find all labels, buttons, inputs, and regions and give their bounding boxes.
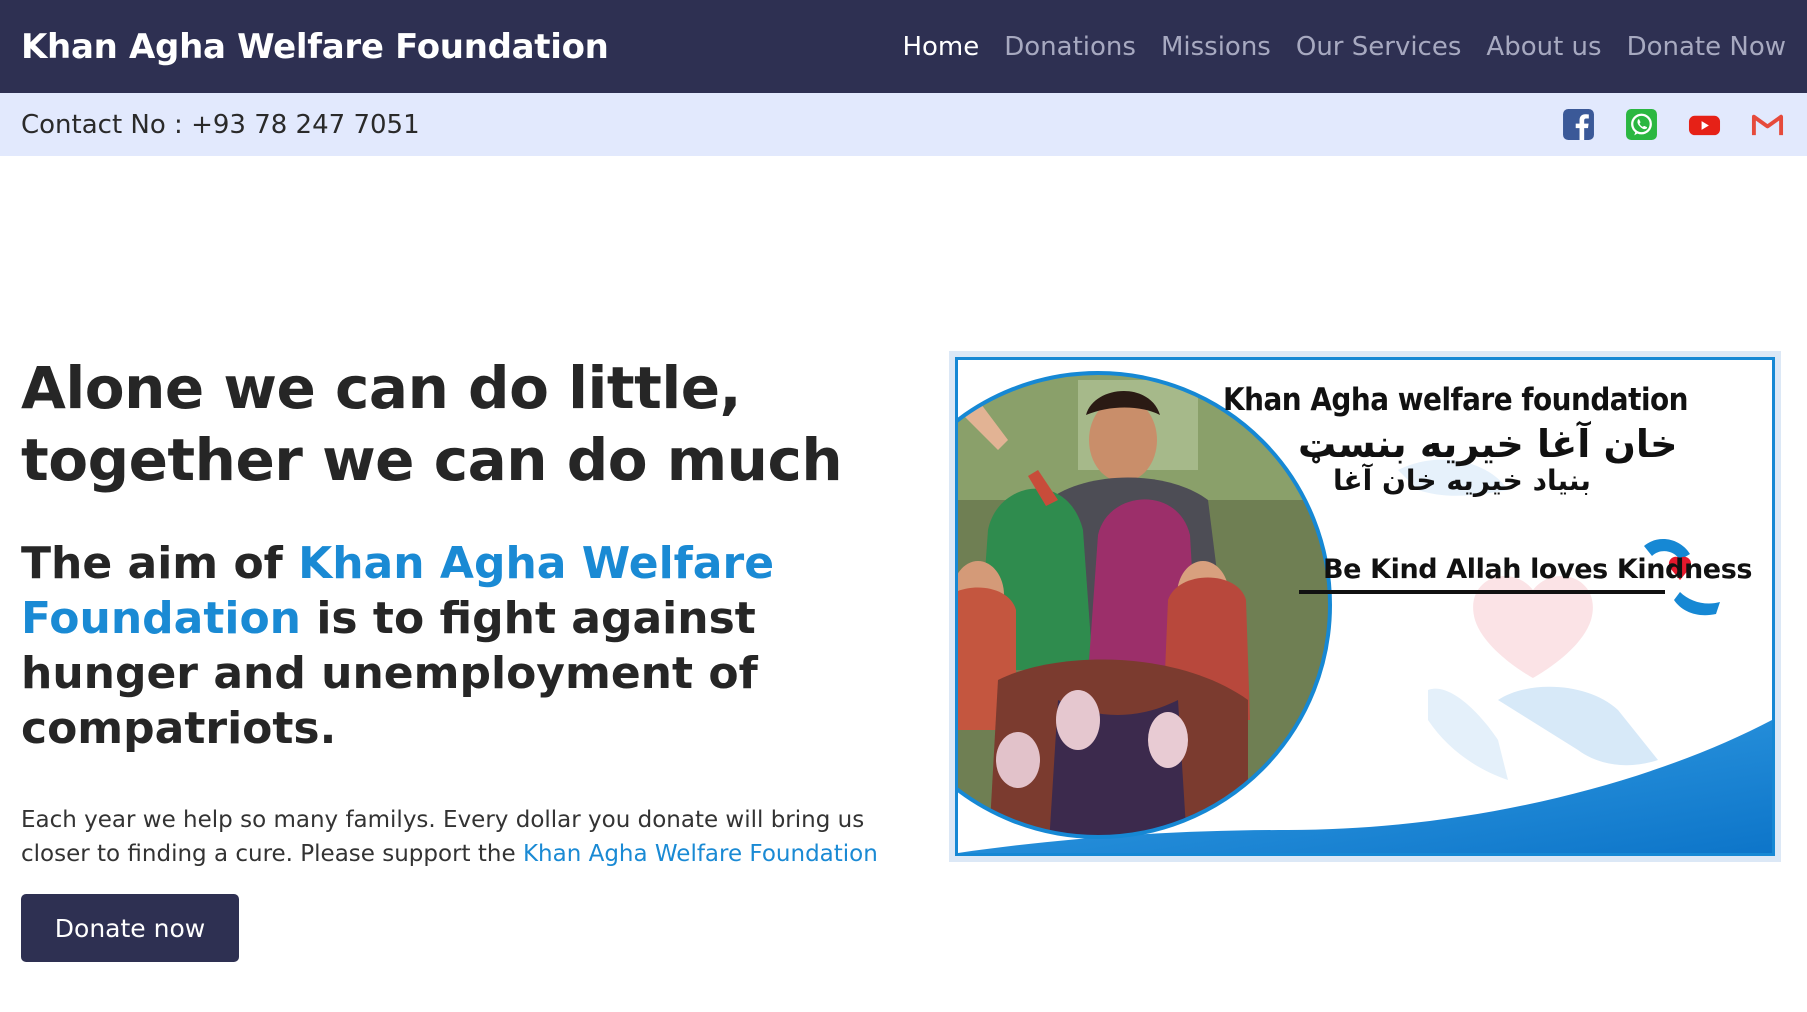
youtube-icon[interactable] — [1688, 108, 1721, 141]
mission-prefix: The aim of — [21, 538, 299, 589]
nav-home[interactable]: Home — [902, 32, 979, 62]
mission-statement: The aim of Khan Agha Welfare Foundation … — [21, 536, 781, 756]
contact-bar: Contact No : +93 78 247 7051 — [0, 93, 1807, 156]
nav-donate-now[interactable]: Donate Now — [1627, 32, 1786, 62]
whatsapp-icon[interactable] — [1625, 108, 1658, 141]
brand-title[interactable]: Khan Agha Welfare Foundation — [21, 27, 609, 67]
nav-about-us[interactable]: About us — [1486, 32, 1601, 62]
foundation-link[interactable]: Khan Agha Welfare Foundation — [523, 841, 878, 867]
banner-urdu-line-2: بنیاد خیریه خان آغا — [1333, 464, 1591, 497]
hero-headline: Alone we can do little, together we can … — [21, 352, 921, 496]
nav-missions[interactable]: Missions — [1161, 32, 1271, 62]
top-navbar: Khan Agha Welfare Foundation Home Donati… — [0, 0, 1807, 93]
banner-urdu-line-1: خان آغا خیریه بنسټ — [1298, 422, 1678, 466]
social-links — [1562, 108, 1786, 141]
banner-title: Khan Agha welfare foundation — [1223, 382, 1689, 418]
hero-section: Alone we can do little, together we can … — [21, 352, 921, 871]
gmail-icon[interactable] — [1751, 108, 1784, 141]
banner-slogan: Be Kind Allah loves Kindness — [1323, 554, 1753, 585]
facebook-icon[interactable] — [1562, 108, 1595, 141]
headline-line-1: Alone we can do little, — [21, 354, 742, 422]
donate-now-button[interactable]: Donate now — [21, 894, 239, 962]
banner-image: Khan Agha welfare foundation خان آغا خیر… — [949, 351, 1781, 862]
nav-our-services[interactable]: Our Services — [1296, 32, 1462, 62]
hero-description: Each year we help so many familys. Every… — [21, 803, 881, 871]
nav-donations[interactable]: Donations — [1004, 32, 1136, 62]
headline-line-2: together we can do much — [21, 426, 843, 494]
banner-card: Khan Agha welfare foundation خان آغا خیر… — [955, 357, 1775, 856]
contact-number: Contact No : +93 78 247 7051 — [21, 109, 420, 140]
main-nav: Home Donations Missions Our Services Abo… — [902, 32, 1786, 62]
